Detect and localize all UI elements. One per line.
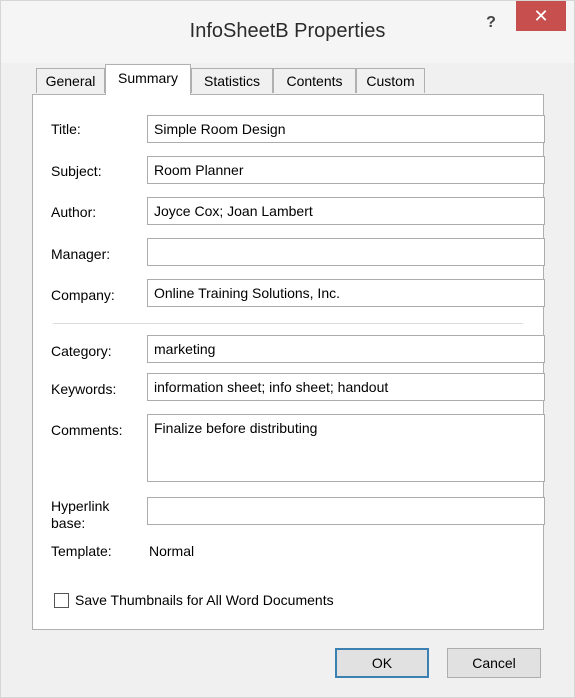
cancel-button[interactable]: Cancel [447,648,541,678]
title-field[interactable]: Simple Room Design [147,115,545,143]
comments-field[interactable]: Finalize before distributing [147,414,545,482]
title-bar: InfoSheetB Properties ? ✕ [1,1,574,63]
keywords-field[interactable]: information sheet; info sheet; handout [147,373,545,401]
keywords-label: Keywords: [51,381,117,397]
hyperlink-label-line2: base: [51,515,86,531]
save-thumbnails-label[interactable]: Save Thumbnails for All Word Documents [75,592,334,608]
manager-field[interactable] [147,238,545,266]
summary-panel: Title: Simple Room Design Subject: Room … [32,94,545,630]
properties-dialog: InfoSheetB Properties ? ✕ General Summar… [0,0,575,698]
company-field[interactable]: Online Training Solutions, Inc. [147,279,545,307]
close-icon: ✕ [533,6,549,26]
tab-summary[interactable]: Summary [105,64,191,95]
company-label: Company: [51,287,115,303]
help-icon: ? [486,14,496,31]
hyperlink-base-label: Hyperlink base: [51,498,109,532]
category-field[interactable]: marketing [147,335,545,363]
tab-contents[interactable]: Contents [273,68,356,93]
save-thumbnails-checkbox[interactable] [54,593,69,608]
ok-button[interactable]: OK [335,648,429,678]
title-label: Title: [51,121,81,137]
tab-statistics[interactable]: Statistics [191,68,273,93]
close-button[interactable]: ✕ [516,1,566,31]
comments-label: Comments: [51,422,123,438]
author-field[interactable]: Joyce Cox; Joan Lambert [147,197,545,225]
manager-label: Manager: [51,246,111,262]
help-button[interactable]: ? [480,12,502,34]
tab-custom[interactable]: Custom [356,68,425,93]
template-value: Normal [149,543,195,559]
hyperlink-label-line1: Hyperlink [51,498,110,514]
hyperlink-base-field[interactable] [147,497,545,525]
template-label: Template: [51,543,112,559]
author-label: Author: [51,204,97,220]
tab-general[interactable]: General [36,68,105,93]
section-divider [53,323,523,324]
subject-label: Subject: [51,163,102,179]
category-label: Category: [51,343,112,359]
subject-field[interactable]: Room Planner [147,156,545,184]
